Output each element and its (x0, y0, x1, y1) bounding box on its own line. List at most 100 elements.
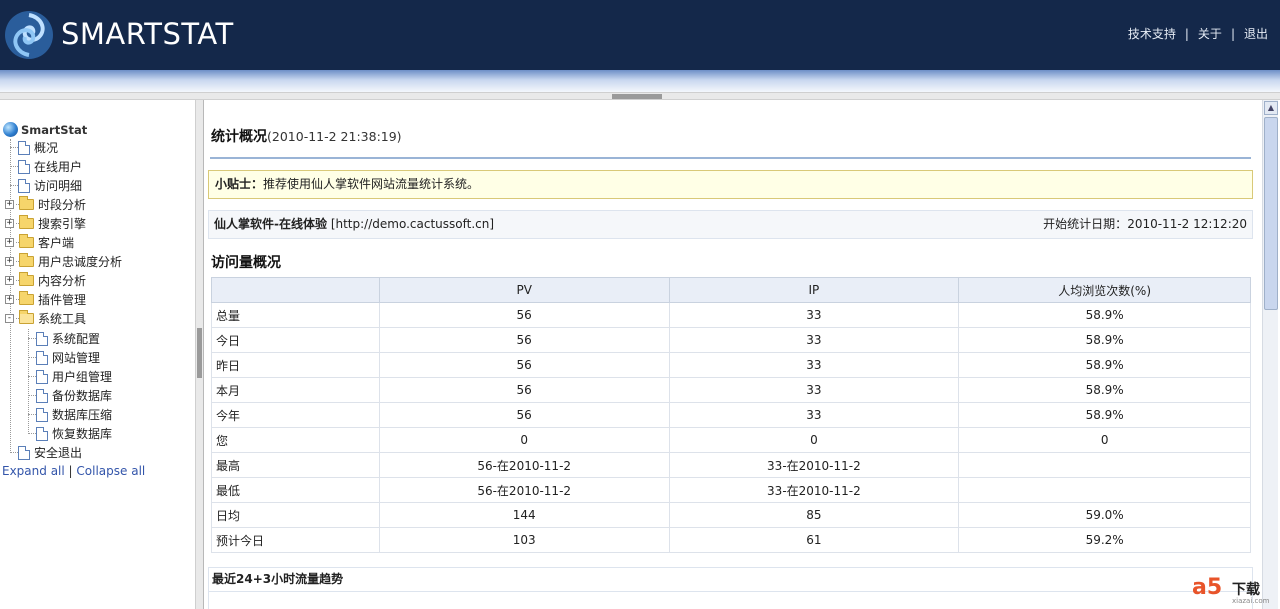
sidebar-item-label: 数据库压缩 (52, 408, 113, 422)
site-info-bar: 仙人掌软件-在线体验 [http://demo.cactussoft.cn] 开… (208, 210, 1253, 239)
trend-chart-area (208, 592, 1253, 609)
tree-branch (10, 147, 18, 148)
table-cell: 0 (378, 427, 670, 453)
row-label: 最高 (211, 452, 380, 478)
sidebar-item-content-analysis[interactable]: + 内容分析 (5, 271, 86, 290)
tip-text: 推荐使用仙人掌软件网站流量统计系统。 (263, 177, 480, 191)
table-cell: 33 (668, 352, 960, 378)
expand-toggle-icon[interactable]: + (5, 295, 14, 304)
table-cell: 56 (378, 302, 670, 328)
sidebar-item-usergroup-management[interactable]: 用户组管理 (28, 367, 112, 386)
sidebar-item-site-management[interactable]: 网站管理 (28, 348, 100, 367)
sidebar-item-label: 系统工具 (38, 312, 87, 326)
site-name: 仙人掌软件-在线体验 (214, 217, 327, 231)
traffic-overview-table: PV IP 人均浏览次数(%) 总量 56 33 58.9% 今日 56 33 58.9% … (211, 277, 1251, 553)
table-cell: 33 (668, 377, 960, 403)
tree-root[interactable]: SmartStat (3, 121, 87, 138)
table-row: 昨日 56 33 58.9% (211, 352, 1251, 378)
row-label: 最低 (211, 477, 380, 503)
table-row: 今年 56 33 58.9% (211, 402, 1251, 428)
table-cell: 33 (668, 302, 960, 328)
table-cell: 58.9% (958, 377, 1251, 403)
expand-all-link[interactable]: Expand all (2, 464, 65, 478)
expand-toggle-icon[interactable]: + (5, 276, 14, 285)
collapse-all-link[interactable]: Collapse all (76, 464, 145, 478)
sidebar-item-label: 访问明细 (34, 179, 83, 193)
link-separator: | (68, 464, 73, 478)
sidebar-item-overview[interactable]: 概况 (10, 138, 58, 157)
table-cell: 33 (668, 327, 960, 353)
sidebar-item-compress-database[interactable]: 数据库压缩 (28, 405, 112, 424)
splitter-handle[interactable] (612, 94, 662, 99)
sidebar-item-label: 时段分析 (38, 198, 87, 212)
vertical-splitter-handle[interactable] (197, 328, 202, 378)
sidebar-item-user-loyalty[interactable]: + 用户忠诚度分析 (5, 252, 122, 271)
vertical-scrollbar[interactable]: ▲ (1262, 100, 1278, 609)
document-icon (36, 331, 48, 346)
tech-support-link[interactable]: 技术支持 (1128, 25, 1176, 42)
table-row: 您000 (211, 427, 1251, 453)
document-icon (18, 445, 30, 460)
document-icon (18, 140, 30, 155)
row-label: 昨日 (211, 352, 380, 378)
tree-root-label: SmartStat (21, 122, 88, 137)
table-cell: 144 (378, 502, 670, 528)
sidebar-item-time-analysis[interactable]: + 时段分析 (5, 195, 86, 214)
table-cell: 56 (378, 377, 670, 403)
table-row: 最低 56-在2010-11-2 33-在2010-11-2 (211, 477, 1251, 503)
collapse-toggle-icon[interactable]: - (5, 314, 14, 323)
tree-branch (10, 185, 18, 186)
table-cell: 85 (668, 502, 960, 528)
sidebar-item-backup-database[interactable]: 备份数据库 (28, 386, 112, 405)
sidebar-item-visit-details[interactable]: 访问明细 (10, 176, 82, 195)
sidebar-item-clients[interactable]: + 客户端 (5, 233, 74, 252)
sidebar-item-label: 用户忠诚度分析 (38, 255, 123, 269)
sidebar-item-safe-exit[interactable]: 安全退出 (10, 443, 82, 462)
start-date-value: 2010-11-2 12:12:20 (1127, 217, 1247, 231)
sidebar-item-label: 安全退出 (34, 446, 83, 460)
column-header-avg-views: 人均浏览次数(%) (958, 277, 1251, 303)
sidebar-item-label: 搜索引擎 (38, 217, 87, 231)
page-timestamp: (2010-11-2 21:38:19) (267, 129, 402, 144)
table-cell: 0 (668, 427, 960, 453)
link-separator: | (1230, 27, 1235, 41)
scroll-up-icon[interactable]: ▲ (1264, 101, 1278, 115)
document-icon (36, 426, 48, 441)
document-icon (36, 350, 48, 365)
sidebar-item-system-tools[interactable]: - 系统工具 (5, 309, 86, 328)
table-row: 最高 56-在2010-11-2 33-在2010-11-2 (211, 452, 1251, 478)
expand-toggle-icon[interactable]: + (5, 219, 14, 228)
table-cell: 58.9% (958, 352, 1251, 378)
sidebar-item-label: 恢复数据库 (52, 427, 113, 441)
sidebar-item-plugin-management[interactable]: + 插件管理 (5, 290, 86, 309)
a5-watermark: a5 下载 xiazai.com (1192, 573, 1272, 607)
expand-toggle-icon[interactable]: + (5, 200, 14, 209)
sidebar-item-search-engines[interactable]: + 搜索引擎 (5, 214, 86, 233)
tree-branch (28, 395, 36, 396)
table-cell: 56 (378, 402, 670, 428)
document-icon (18, 159, 30, 174)
tree-branch (28, 376, 36, 377)
page-title: 统计概况(2010-11-2 21:38:19) (211, 126, 402, 146)
sidebar-item-label: 客户端 (38, 236, 75, 250)
expand-toggle-icon[interactable]: + (5, 238, 14, 247)
table-cell: 61 (668, 527, 960, 553)
table-cell: 33 (668, 402, 960, 428)
table-cell (958, 452, 1251, 478)
title-divider (210, 157, 1251, 159)
table-cell: 33-在2010-11-2 (668, 477, 960, 503)
sidebar-item-system-config[interactable]: 系统配置 (28, 329, 100, 348)
expand-collapse-links: Expand all | Collapse all (2, 464, 145, 478)
folder-icon (19, 291, 34, 305)
about-link[interactable]: 关于 (1198, 25, 1222, 42)
logout-link[interactable]: 退出 (1244, 25, 1268, 42)
start-date-block: 开始统计日期：2010-11-2 12:12:20 (1043, 211, 1247, 238)
expand-toggle-icon[interactable]: + (5, 257, 14, 266)
header-gradient-band (0, 70, 1280, 92)
sidebar-item-restore-database[interactable]: 恢复数据库 (28, 424, 112, 443)
scroll-thumb[interactable] (1264, 117, 1278, 310)
table-cell: 0 (958, 427, 1251, 453)
row-label: 本月 (211, 377, 380, 403)
sidebar-item-online-users[interactable]: 在线用户 (10, 157, 82, 176)
sidebar-item-label: 备份数据库 (52, 389, 113, 403)
